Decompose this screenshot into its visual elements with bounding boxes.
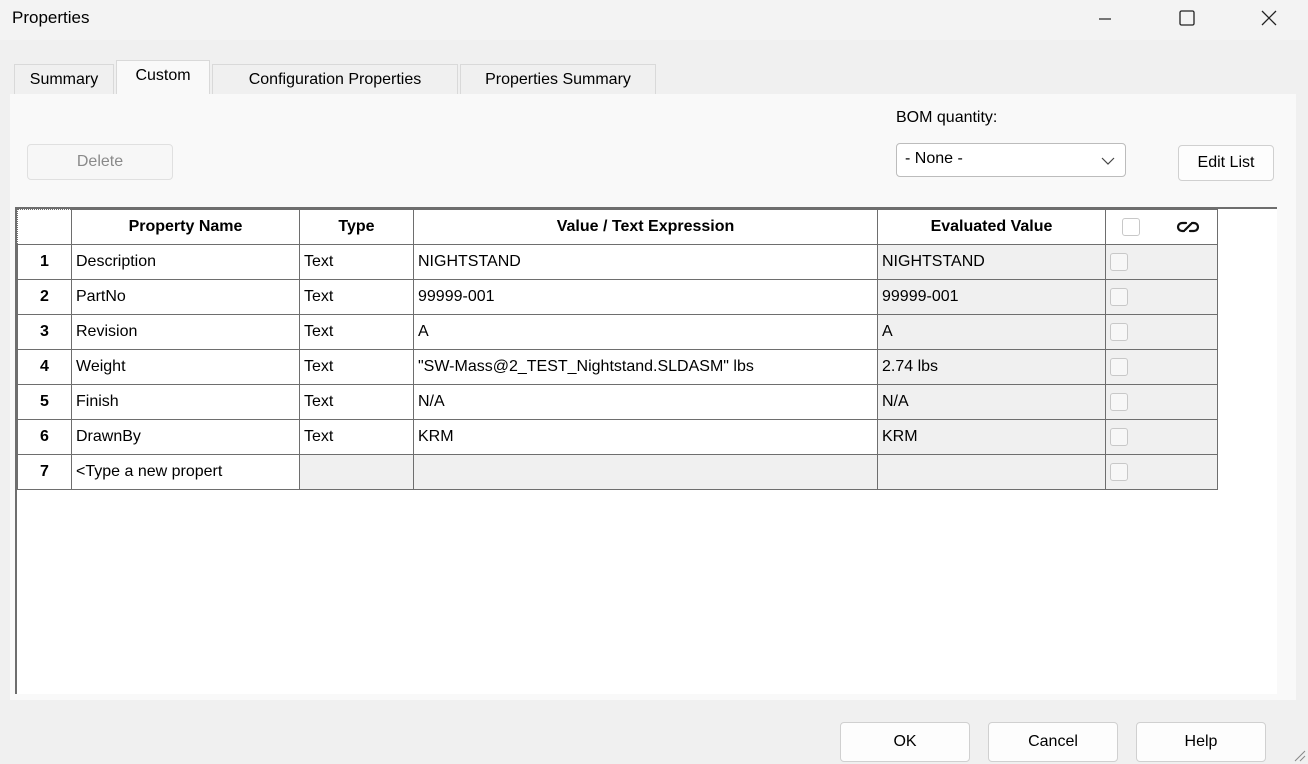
header-value-text-expression[interactable]: Value / Text Expression (413, 209, 878, 245)
chevron-down-icon (1101, 157, 1115, 165)
link-checkbox[interactable] (1110, 357, 1128, 376)
cancel-button[interactable]: Cancel (988, 722, 1118, 762)
grid-header-row: Property Name Type Value / Text Expressi… (17, 209, 1218, 245)
cell-value[interactable]: N/A (413, 384, 878, 420)
minimize-button[interactable] (1082, 0, 1128, 36)
row-number[interactable]: 2 (17, 279, 72, 315)
row-number[interactable]: 4 (17, 349, 72, 385)
cell-property-name[interactable]: PartNo (71, 279, 300, 315)
cell-property-name[interactable]: Revision (71, 314, 300, 350)
tab-configuration-properties[interactable]: Configuration Properties (212, 64, 458, 94)
row-number[interactable]: 1 (17, 244, 72, 280)
row-number[interactable]: 5 (17, 384, 72, 420)
new-property-name-input[interactable]: <Type a new propert (71, 454, 300, 490)
header-evaluated-value[interactable]: Evaluated Value (877, 209, 1106, 245)
cell-property-name[interactable]: DrawnBy (71, 419, 300, 455)
row-number[interactable]: 7 (17, 454, 72, 490)
cell-type[interactable]: Text (299, 384, 414, 420)
cell-value[interactable]: 99999-001 (413, 279, 878, 315)
help-button[interactable]: Help (1136, 722, 1266, 762)
cell-property-name[interactable]: Description (71, 244, 300, 280)
cell-property-name[interactable]: Weight (71, 349, 300, 385)
cell-value[interactable]: A (413, 314, 878, 350)
cell-type[interactable]: Text (299, 314, 414, 350)
link-checkbox[interactable] (1110, 427, 1128, 446)
bom-quantity-value: - None - (905, 150, 963, 167)
table-row[interactable]: 4 Weight Text "SW-Mass@2_TEST_Nightstand… (17, 349, 1218, 385)
cell-link (1105, 314, 1218, 350)
cell-link (1105, 244, 1218, 280)
tab-summary[interactable]: Summary (14, 64, 114, 94)
table-row[interactable]: 5 Finish Text N/A N/A (17, 384, 1218, 420)
bom-quantity-label: BOM quantity: (896, 109, 998, 126)
cell-property-name[interactable]: Finish (71, 384, 300, 420)
cell-link (1105, 384, 1218, 420)
custom-properties-grid: Property Name Type Value / Text Expressi… (17, 209, 1218, 490)
cell-value[interactable]: NIGHTSTAND (413, 244, 878, 280)
tab-properties-summary[interactable]: Properties Summary (460, 64, 656, 94)
cell-evaluated-value: 2.74 lbs (877, 349, 1106, 385)
minimize-icon (1099, 18, 1111, 20)
row-number[interactable]: 3 (17, 314, 72, 350)
cell-type[interactable]: Text (299, 419, 414, 455)
select-all-checkbox[interactable] (1122, 217, 1141, 236)
table-row[interactable]: 2 PartNo Text 99999-001 99999-001 (17, 279, 1218, 315)
new-property-row[interactable]: 7 <Type a new propert (17, 454, 1218, 490)
header-link-column (1105, 209, 1218, 245)
close-icon (1261, 10, 1277, 26)
header-type[interactable]: Type (299, 209, 414, 245)
resize-grip-icon[interactable] (1292, 748, 1306, 762)
table-row[interactable]: 3 Revision Text A A (17, 314, 1218, 350)
window-title: Properties (12, 8, 90, 27)
cell-evaluated-value (877, 454, 1106, 490)
link-checkbox[interactable] (1110, 252, 1128, 271)
table-row[interactable]: 6 DrawnBy Text KRM KRM (17, 419, 1218, 455)
link-checkbox[interactable] (1110, 322, 1128, 341)
bom-quantity-select[interactable]: - None - (896, 143, 1126, 177)
cell-type[interactable]: Text (299, 244, 414, 280)
cell-link (1105, 349, 1218, 385)
link-checkbox[interactable] (1110, 392, 1128, 411)
maximize-button[interactable] (1164, 0, 1210, 36)
cell-evaluated-value: 99999-001 (877, 279, 1106, 315)
link-checkbox[interactable] (1110, 287, 1128, 306)
edit-list-button[interactable]: Edit List (1178, 145, 1274, 181)
header-property-name[interactable]: Property Name (71, 209, 300, 245)
link-icon (1176, 221, 1199, 232)
cell-type[interactable]: Text (299, 279, 414, 315)
table-row[interactable]: 1 Description Text NIGHTSTAND NIGHTSTAND (17, 244, 1218, 280)
cell-evaluated-value: N/A (877, 384, 1106, 420)
title-bar: Properties (0, 0, 1308, 40)
ok-button[interactable]: OK (840, 722, 970, 762)
maximize-icon (1179, 10, 1195, 26)
row-number[interactable]: 6 (17, 419, 72, 455)
cell-value[interactable]: KRM (413, 419, 878, 455)
tab-custom[interactable]: Custom (116, 60, 210, 94)
cell-value[interactable]: "SW-Mass@2_TEST_Nightstand.SLDASM" lbs (413, 349, 878, 385)
cell-value[interactable] (413, 454, 878, 490)
cell-type[interactable] (299, 454, 414, 490)
cell-evaluated-value: KRM (877, 419, 1106, 455)
close-button[interactable] (1246, 0, 1292, 36)
cell-link (1105, 454, 1218, 490)
cell-evaluated-value: NIGHTSTAND (877, 244, 1106, 280)
cell-type[interactable]: Text (299, 349, 414, 385)
link-checkbox[interactable] (1110, 462, 1128, 481)
cell-link (1105, 279, 1218, 315)
delete-button[interactable]: Delete (27, 144, 173, 180)
cell-evaluated-value: A (877, 314, 1106, 350)
grid-corner-cell[interactable] (17, 209, 72, 245)
cell-link (1105, 419, 1218, 455)
